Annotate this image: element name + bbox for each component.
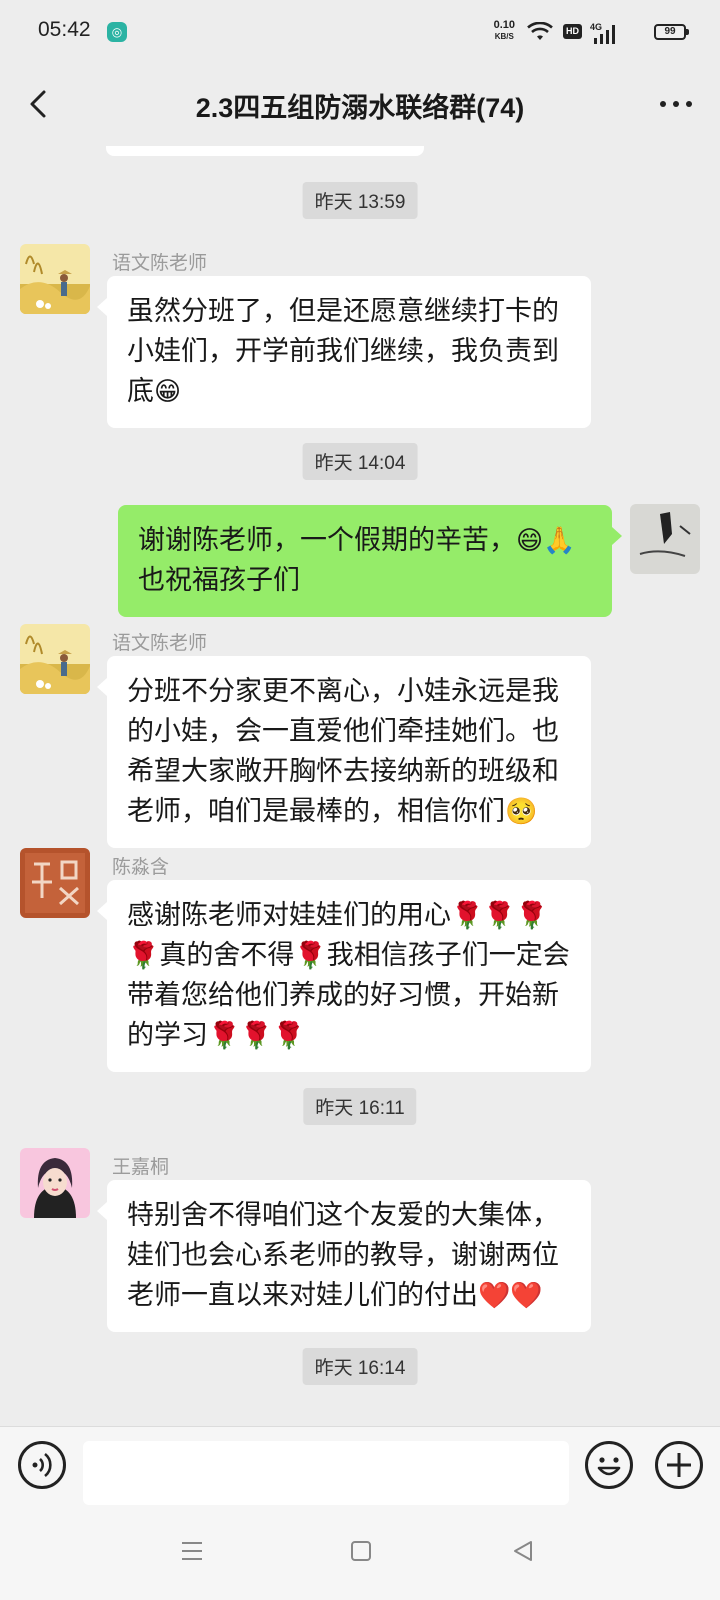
- timestamp: 昨天 14:04: [302, 443, 418, 480]
- emoji-icon[interactable]: [585, 1441, 633, 1489]
- sent-message-bubble[interactable]: 谢谢陈老师，一个假期的辛苦，😄🙏 也祝福孩子们: [118, 505, 622, 617]
- back-triangle-icon[interactable]: [512, 1540, 534, 1562]
- chat-title: 2.3四五组防溺水联络群(74): [195, 93, 525, 123]
- battery-indicator: 99: [654, 24, 689, 40]
- avatar[interactable]: [20, 1148, 90, 1218]
- hd-badge: HD: [563, 24, 582, 39]
- message-text: 感谢陈老师对娃娃们的用心: [127, 900, 451, 931]
- status-time: 05:42: [38, 18, 91, 41]
- input-bar: [0, 1426, 720, 1508]
- chat-header: 2.3四五组防溺水联络群(74): [0, 62, 720, 146]
- network-speed-value: 0.10: [493, 19, 515, 31]
- message-text: 谢谢陈老师，一个假期的辛苦，: [138, 525, 516, 556]
- status-bar: 05:42 ◎ 0.10 KB/S HD 4G 99: [0, 0, 720, 62]
- message-list[interactable]: 昨天 13:59 语文陈老师 虽然分班了，但是还愿意继续打卡的小娃们，开学前我们…: [0, 146, 720, 1426]
- message-text: 分班不分家更不离心，小娃永远是我的小娃，会一直爱他们牵挂她们。也希望大家敞开胸怀…: [127, 676, 559, 827]
- avatar[interactable]: [20, 624, 90, 694]
- system-navigation-bar: [0, 1508, 720, 1600]
- sender-name: 语文陈老师: [112, 632, 208, 654]
- message-input[interactable]: [83, 1441, 569, 1505]
- home-icon[interactable]: [350, 1540, 372, 1562]
- timestamp: 昨天 13:59: [302, 182, 418, 219]
- avatar[interactable]: [20, 244, 90, 314]
- network-speed-unit: KB/S: [494, 32, 514, 41]
- more-icon[interactable]: [658, 92, 694, 116]
- message-bubble[interactable]: 虽然分班了，但是还愿意继续打卡的小娃们，开学前我们继续，我负责到底😁: [97, 276, 591, 428]
- menu-icon[interactable]: [180, 1540, 204, 1562]
- plus-icon[interactable]: [655, 1441, 703, 1489]
- message-text: 虽然分班了，但是还愿意继续打卡的小娃们，开学前我们继续，我负责到底: [127, 296, 559, 407]
- message-bubble[interactable]: 感谢陈老师对娃娃们的用心🌹🌹🌹🌹真的舍不得🌹我相信孩子们一定会带着您给他们养成的…: [97, 880, 591, 1072]
- message-bubble[interactable]: 分班不分家更不离心，小娃永远是我的小娃，会一直爱他们牵挂她们。也希望大家敞开胸怀…: [97, 656, 591, 848]
- message-text: 真的舍不得: [159, 940, 295, 971]
- message-emoji: 😁: [154, 377, 182, 407]
- rose-emoji: 🌹🌹🌹: [208, 1021, 306, 1051]
- wifi-icon: [527, 22, 553, 40]
- my-avatar[interactable]: [630, 504, 700, 574]
- timestamp: 昨天 16:11: [303, 1088, 417, 1125]
- message-emoji: 😄🙏: [516, 526, 576, 556]
- timestamp: 昨天 16:14: [302, 1348, 418, 1385]
- network-speed: 0.10 KB/S: [494, 20, 515, 42]
- avatar[interactable]: [20, 848, 90, 918]
- message-bubble[interactable]: 特别舍不得咱们这个友爱的大集体，娃们也会心系老师的教导，谢谢两位老师一直以来对娃…: [97, 1180, 591, 1332]
- partial-message-bubble: [106, 146, 424, 156]
- signal-icon: 4G: [590, 22, 615, 44]
- message-emoji: 🥺: [505, 797, 538, 827]
- sender-name: 语文陈老师: [112, 252, 208, 274]
- sender-name: 王嘉桐: [112, 1156, 170, 1178]
- message-text-line2: 也祝福孩子们: [138, 565, 300, 596]
- app-notification-icon: ◎: [107, 22, 127, 42]
- svg-text:4G: 4G: [590, 22, 602, 32]
- voice-icon[interactable]: [18, 1441, 66, 1489]
- heart-emoji: ❤️❤️: [478, 1281, 543, 1311]
- rose-emoji: 🌹: [294, 941, 327, 971]
- sender-name: 陈淼含: [112, 856, 170, 878]
